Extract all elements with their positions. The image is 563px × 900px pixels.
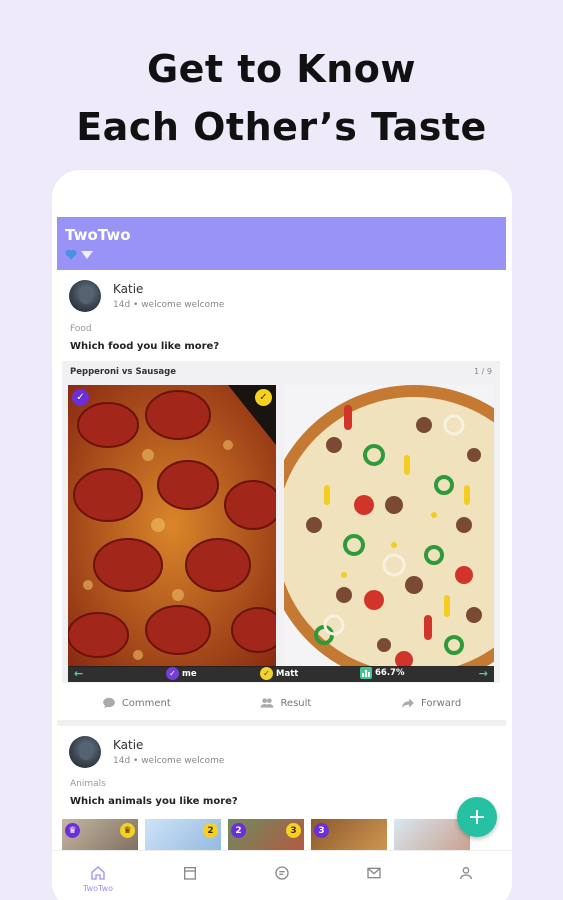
nav-home[interactable]: TwoTwo	[68, 865, 128, 900]
vote-result-bar: ← ✓ me ✓ Matt 66.7% →	[68, 666, 494, 682]
comment-label: Comment	[121, 697, 171, 709]
forward-icon	[402, 698, 414, 709]
app-header: TwoTwo	[57, 217, 506, 270]
avatar[interactable]	[69, 736, 101, 768]
author-name: Katie	[113, 282, 144, 296]
forward-button[interactable]: Forward	[401, 696, 461, 710]
post-category: Food	[70, 324, 92, 334]
partner-vote-check-icon: ✓	[255, 389, 272, 406]
check-icon: ✓	[166, 667, 179, 680]
check-icon: ✓	[260, 667, 273, 680]
pepperoni-pizza-image	[68, 385, 276, 667]
comparison-card[interactable]: Pepperoni vs Sausage 1 / 9 ✓ ✓ ← ✓ me ✓ …	[62, 361, 500, 683]
comment-button[interactable]: Comment	[102, 696, 171, 710]
nav-archive[interactable]	[160, 865, 220, 900]
nav-mail[interactable]	[344, 865, 404, 900]
post-category: Animals	[70, 779, 106, 789]
post-question: Which food you like more?	[70, 341, 220, 352]
people-icon	[261, 698, 274, 708]
post-meta: 14d • welcome welcome	[113, 756, 225, 766]
post-meta: 14d • welcome welcome	[113, 300, 225, 310]
headline-line-1: Get to Know	[146, 47, 417, 91]
headline-line-2: Each Other’s Taste	[76, 105, 487, 149]
voter-name: Matt	[276, 668, 299, 679]
my-vote-check-icon: ✓	[72, 389, 89, 406]
profile-icon	[460, 867, 472, 880]
bar-chart-icon	[360, 667, 372, 679]
promo-headline: Get to Know Each Other’s Taste	[0, 40, 563, 156]
page-indicator: 1 / 9	[474, 367, 492, 376]
app-title: TwoTwo	[65, 226, 131, 244]
post-question: Which animals you like more?	[70, 796, 238, 807]
chat-icon	[275, 866, 289, 880]
rank-badge: 2	[231, 823, 246, 838]
chevron-down-icon[interactable]	[81, 250, 93, 259]
avatar[interactable]	[69, 280, 101, 312]
option-photo-pepperoni[interactable]: ✓ ✓	[68, 385, 276, 667]
result-button[interactable]: Result	[260, 696, 311, 710]
rank-badge: 3	[314, 823, 329, 838]
voter-partner: ✓ Matt	[260, 667, 298, 680]
forward-label: Forward	[420, 697, 462, 709]
home-icon	[91, 866, 105, 880]
phone-frame: TwoTwo Katie 14d • welcome welcome Food …	[52, 170, 512, 900]
option-photo-sausage[interactable]	[284, 385, 494, 667]
post-card: Katie 14d • welcome welcome Food Which f…	[57, 270, 506, 720]
archive-icon	[184, 867, 196, 880]
nav-home-label: TwoTwo	[83, 884, 113, 893]
crown-icon: ♛	[120, 823, 135, 838]
author-name: Katie	[113, 738, 144, 752]
couple-selector[interactable]	[65, 249, 93, 260]
match-percentage: 66.7%	[360, 667, 405, 679]
heart-icon	[65, 249, 77, 260]
add-post-button[interactable]: +	[457, 797, 497, 837]
sausage-pizza-image	[284, 385, 494, 667]
bottom-navigation: TwoTwo	[52, 850, 512, 900]
comparison-title: Pepperoni vs Sausage	[70, 367, 176, 377]
nav-chat[interactable]	[252, 865, 312, 900]
comment-icon	[102, 697, 115, 709]
post-actions: Comment Result Forward	[57, 690, 506, 716]
arrow-left-icon[interactable]: ←	[74, 667, 83, 680]
arrow-right-icon[interactable]: →	[479, 667, 488, 680]
rank-badge: 3	[286, 823, 301, 838]
voter-me: ✓ me	[166, 667, 197, 680]
post-author[interactable]: Katie 14d • welcome welcome	[69, 736, 224, 768]
nav-profile[interactable]	[436, 865, 496, 900]
result-label: Result	[280, 697, 312, 709]
rank-badge: 2	[203, 823, 218, 838]
post-author[interactable]: Katie 14d • welcome welcome	[69, 280, 224, 312]
crown-icon: ♛	[65, 823, 80, 838]
voter-name: me	[182, 668, 197, 679]
mail-icon	[367, 867, 381, 879]
match-percent-value: 66.7%	[375, 668, 405, 678]
